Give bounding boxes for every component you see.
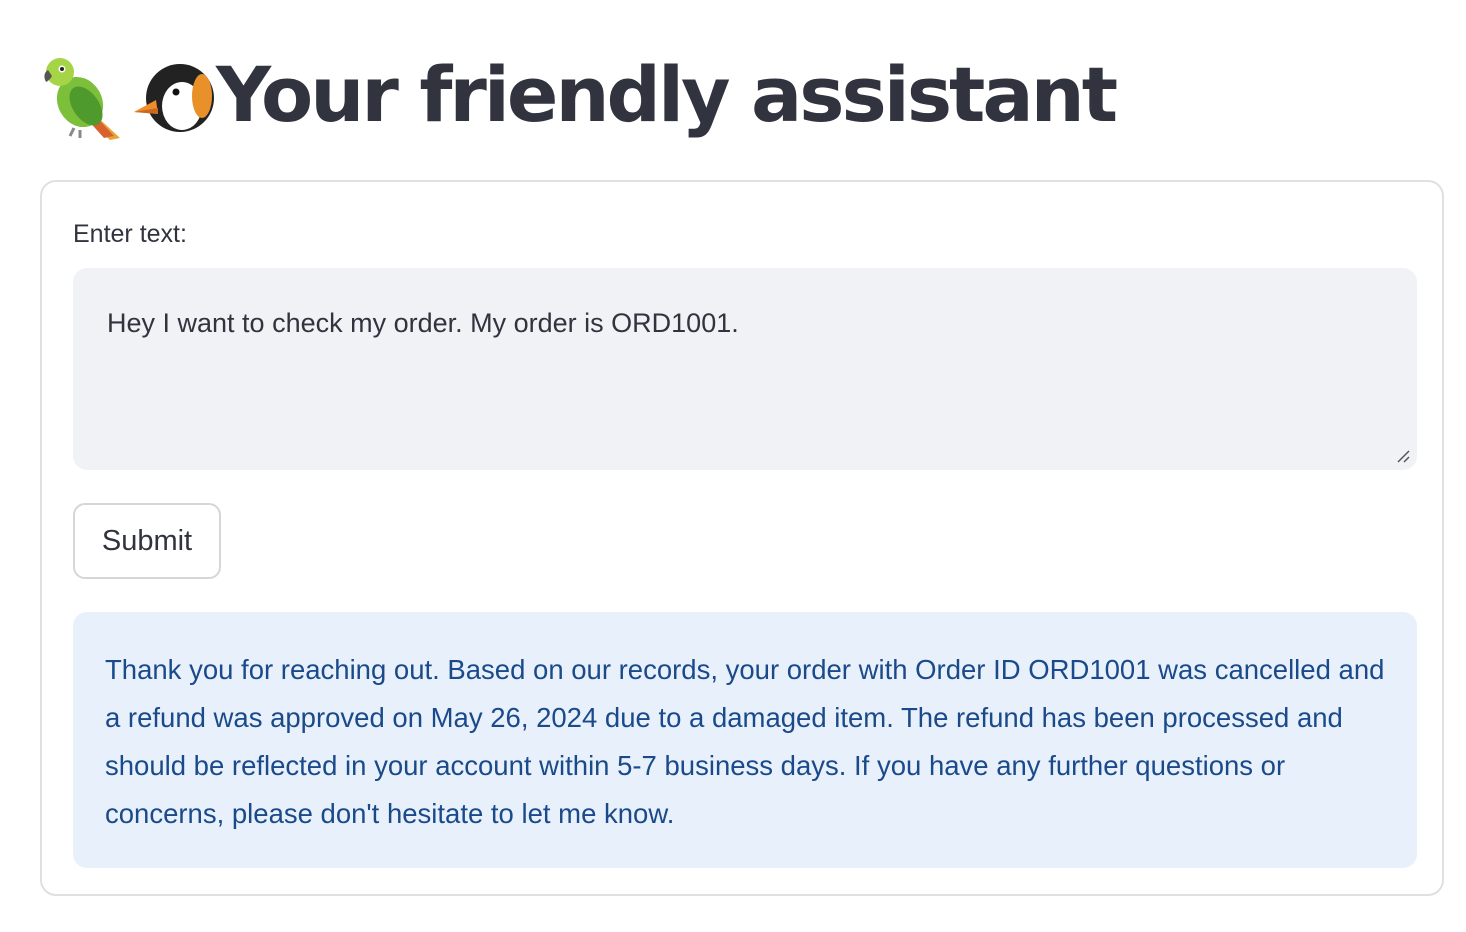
page-title: Your friendly assistant — [216, 50, 1118, 139]
submit-button[interactable]: Submit — [73, 503, 221, 579]
resize-handle-icon[interactable] — [1395, 448, 1411, 464]
penguin-icon — [130, 50, 220, 140]
text-input-value[interactable]: Hey I want to check my order. My order i… — [73, 268, 1417, 470]
input-label: Enter text: — [73, 220, 187, 248]
header: Your friendly assistant — [40, 40, 1118, 150]
response-message: Thank you for reaching out. Based on our… — [73, 612, 1417, 868]
text-input[interactable]: Hey I want to check my order. My order i… — [73, 268, 1417, 470]
page: Your friendly assistant Enter text: Hey … — [0, 0, 1466, 932]
parrot-icon — [40, 50, 130, 140]
chat-form: Enter text: Hey I want to check my order… — [40, 180, 1444, 896]
